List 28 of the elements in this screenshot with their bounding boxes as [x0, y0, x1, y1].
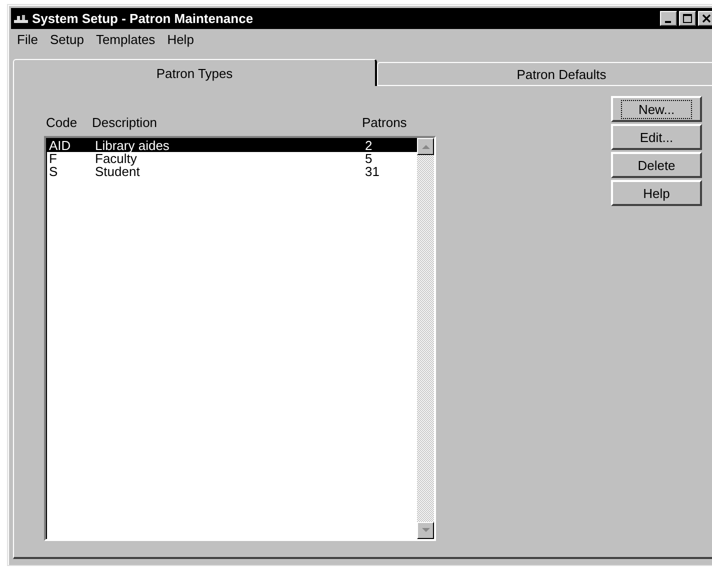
close-button[interactable]: [698, 11, 712, 26]
up-arrow-icon: [422, 144, 430, 149]
close-icon: [702, 14, 711, 23]
list-row[interactable]: AID Library aides 2: [46, 139, 417, 152]
column-header: Description: [92, 115, 158, 130]
menu-item[interactable]: Setup: [50, 32, 84, 46]
scroll-down-button[interactable]: [417, 522, 434, 539]
action-button[interactable]: New...: [611, 96, 702, 122]
action-button[interactable]: Help: [611, 180, 702, 206]
menu-item[interactable]: Help: [167, 32, 194, 46]
minimize-button[interactable]: [660, 11, 677, 26]
down-arrow-icon: [422, 528, 430, 533]
menu-item[interactable]: File: [17, 32, 38, 46]
action-button[interactable]: Delete: [611, 152, 702, 178]
maximize-icon: [683, 14, 692, 23]
maximize-button[interactable]: [679, 11, 696, 26]
column-header: Code: [46, 115, 78, 130]
window-title: System Setup - Patron Maintenance: [32, 11, 254, 26]
scrollbar[interactable]: [417, 138, 434, 539]
column-header: Patrons: [362, 115, 408, 130]
list-row[interactable]: F Faculty 5: [46, 152, 417, 165]
app-icon: [13, 12, 29, 24]
menu-item[interactable]: Templates: [96, 32, 156, 46]
scroll-up-button[interactable]: [417, 138, 434, 155]
action-button[interactable]: Edit...: [611, 124, 702, 150]
tab[interactable]: Patron Defaults: [377, 62, 712, 86]
list-row[interactable]: S Student 31: [46, 165, 417, 178]
tab[interactable]: Patron Types: [13, 59, 377, 86]
